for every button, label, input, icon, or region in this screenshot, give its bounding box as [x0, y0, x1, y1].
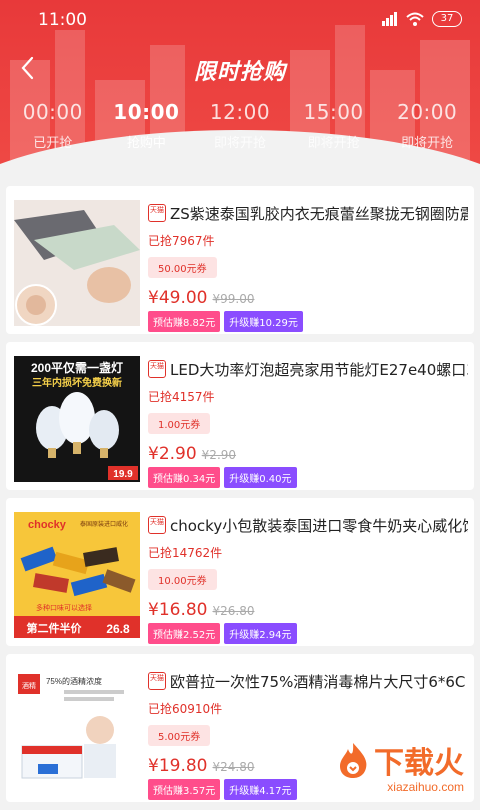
alcohol-brand: 酒精: [22, 681, 36, 690]
snack-promo: 第二件半价: [27, 621, 83, 635]
coupon-badge[interactable]: 1.00元券: [148, 413, 211, 434]
tmall-badge: 天猫: [148, 672, 166, 690]
product-image: 200平仅需一盏灯 三年内损坏免费换新 19.9: [14, 356, 140, 482]
product-image: [14, 200, 140, 326]
watermark-url: xiazaihuo.com: [387, 780, 464, 794]
estimated-earning: 预估赚8.82元: [148, 311, 221, 332]
status-bar: 11:00 37: [0, 0, 480, 40]
estimated-earning: 预估赚2.52元: [148, 623, 221, 644]
sold-count: 已抢4157件: [148, 390, 215, 404]
time-slot-4[interactable]: 20:00 即将开抢: [384, 100, 470, 151]
signal-icon: [382, 12, 397, 26]
product-card[interactable]: 酒精 75%的酒精浓度 天猫 欧普拉一次性75%酒精消毒棉片大尺寸6*6C 已抢6…: [6, 654, 474, 802]
time-slot-1[interactable]: 10:00 抢购中: [103, 100, 189, 151]
upgrade-earning[interactable]: 升级赚10.29元: [224, 311, 303, 332]
slot-time: 10:00: [113, 100, 180, 124]
nav-bar: 限时抢购: [0, 48, 480, 88]
upgrade-earning[interactable]: 升级赚2.94元: [224, 623, 297, 644]
slot-time: 20:00: [397, 100, 458, 124]
product-card[interactable]: chocky 泰国原装进口威化 多种口味可以选择 第二件半价 26.8 天猫 ch…: [6, 498, 474, 646]
product-list: 天猫 ZS紫速泰国乳胶内衣无痕蕾丝聚拢无钢圈防震 已抢7967件 50.00元券 …: [6, 186, 474, 810]
page-title: 限时抢购: [193, 60, 286, 85]
slot-state: 即将开抢: [213, 136, 266, 151]
original-price: ¥26.80: [212, 604, 255, 618]
tmall-badge: 天猫: [148, 204, 166, 222]
estimated-earning: 预估赚3.57元: [148, 779, 221, 800]
snack-headline: 泰国原装进口威化: [80, 520, 128, 528]
time-slot-2[interactable]: 12:00 即将开抢: [197, 100, 283, 151]
slot-state: 即将开抢: [307, 136, 360, 151]
current-price: ¥16.80: [148, 600, 208, 620]
lamp-price-tag: 19.9: [113, 469, 133, 480]
slot-time: 15:00: [303, 100, 364, 124]
flame-logo-icon: [340, 743, 367, 778]
original-price: ¥99.00: [212, 292, 255, 306]
current-price: ¥49.00: [148, 288, 208, 308]
watermark: 下载火 xiazaihuo.com: [336, 738, 464, 794]
sold-count: 已抢60910件: [148, 702, 223, 716]
product-card[interactable]: 200平仅需一盏灯 三年内损坏免费换新 19.9 天猫 LED大功率灯泡超亮家用节…: [6, 342, 474, 490]
current-price: ¥19.80: [148, 756, 208, 776]
product-name: 欧普拉一次性75%酒精消毒棉片大尺寸6*6C: [170, 672, 466, 691]
slot-state: 已开抢: [33, 136, 73, 151]
tmall-badge: 天猫: [148, 516, 166, 534]
upgrade-earning[interactable]: 升级赚4.17元: [224, 779, 297, 800]
time-slot-0[interactable]: 00:00 已开抢: [10, 100, 96, 151]
snack-flavors: 多种口味可以选择: [36, 603, 92, 612]
product-image: chocky 泰国原装进口威化 多种口味可以选择 第二件半价 26.8: [14, 512, 140, 638]
header: 11:00 37 限时抢购 00:00 已开抢 10:00 抢购中 12:00 …: [0, 0, 480, 180]
product-image: 酒精 75%的酒精浓度: [14, 668, 140, 794]
battery-icon: 37: [432, 11, 462, 27]
slot-time: 00:00: [22, 100, 83, 124]
coupon-badge[interactable]: 50.00元券: [148, 257, 217, 278]
current-price: ¥2.90: [148, 444, 197, 464]
snack-brand: chocky: [28, 519, 67, 531]
lamp-headline: 200平仅需一盏灯: [31, 360, 123, 375]
product-name: ZS紫速泰国乳胶内衣无痕蕾丝聚拢无钢圈防震: [170, 204, 468, 223]
product-name: LED大功率灯泡超亮家用节能灯E27e40螺口30: [170, 360, 468, 379]
product-name: chocky小包散装泰国进口零食牛奶夹心威化饼: [170, 516, 468, 535]
product-card[interactable]: 天猫 ZS紫速泰国乳胶内衣无痕蕾丝聚拢无钢圈防震 已抢7967件 50.00元券 …: [6, 186, 474, 334]
original-price: ¥24.80: [212, 760, 255, 774]
estimated-earning: 预估赚0.34元: [148, 467, 221, 488]
sold-count: 已抢14762件: [148, 546, 223, 560]
sold-count: 已抢7967件: [148, 234, 215, 248]
status-time: 11:00: [38, 10, 87, 30]
slot-state: 即将开抢: [401, 136, 454, 151]
tmall-badge: 天猫: [148, 360, 166, 378]
watermark-name: 下载火: [374, 747, 464, 780]
coupon-badge[interactable]: 5.00元券: [148, 725, 211, 746]
upgrade-earning[interactable]: 升级赚0.40元: [224, 467, 297, 488]
time-slot-3[interactable]: 15:00 即将开抢: [291, 100, 377, 151]
time-slot-tabs: 00:00 已开抢 10:00 抢购中 12:00 即将开抢 15:00 即将开…: [0, 100, 480, 151]
snack-price-tag: 26.8: [106, 622, 130, 636]
alcohol-title: 75%的酒精浓度: [46, 676, 102, 686]
coupon-badge[interactable]: 10.00元券: [148, 569, 217, 590]
slot-state: 抢购中: [126, 136, 166, 151]
lamp-subline: 三年内损坏免费换新: [32, 376, 122, 389]
slot-time: 12:00: [209, 100, 271, 124]
original-price: ¥2.90: [201, 448, 237, 462]
wifi-icon: [406, 12, 424, 26]
